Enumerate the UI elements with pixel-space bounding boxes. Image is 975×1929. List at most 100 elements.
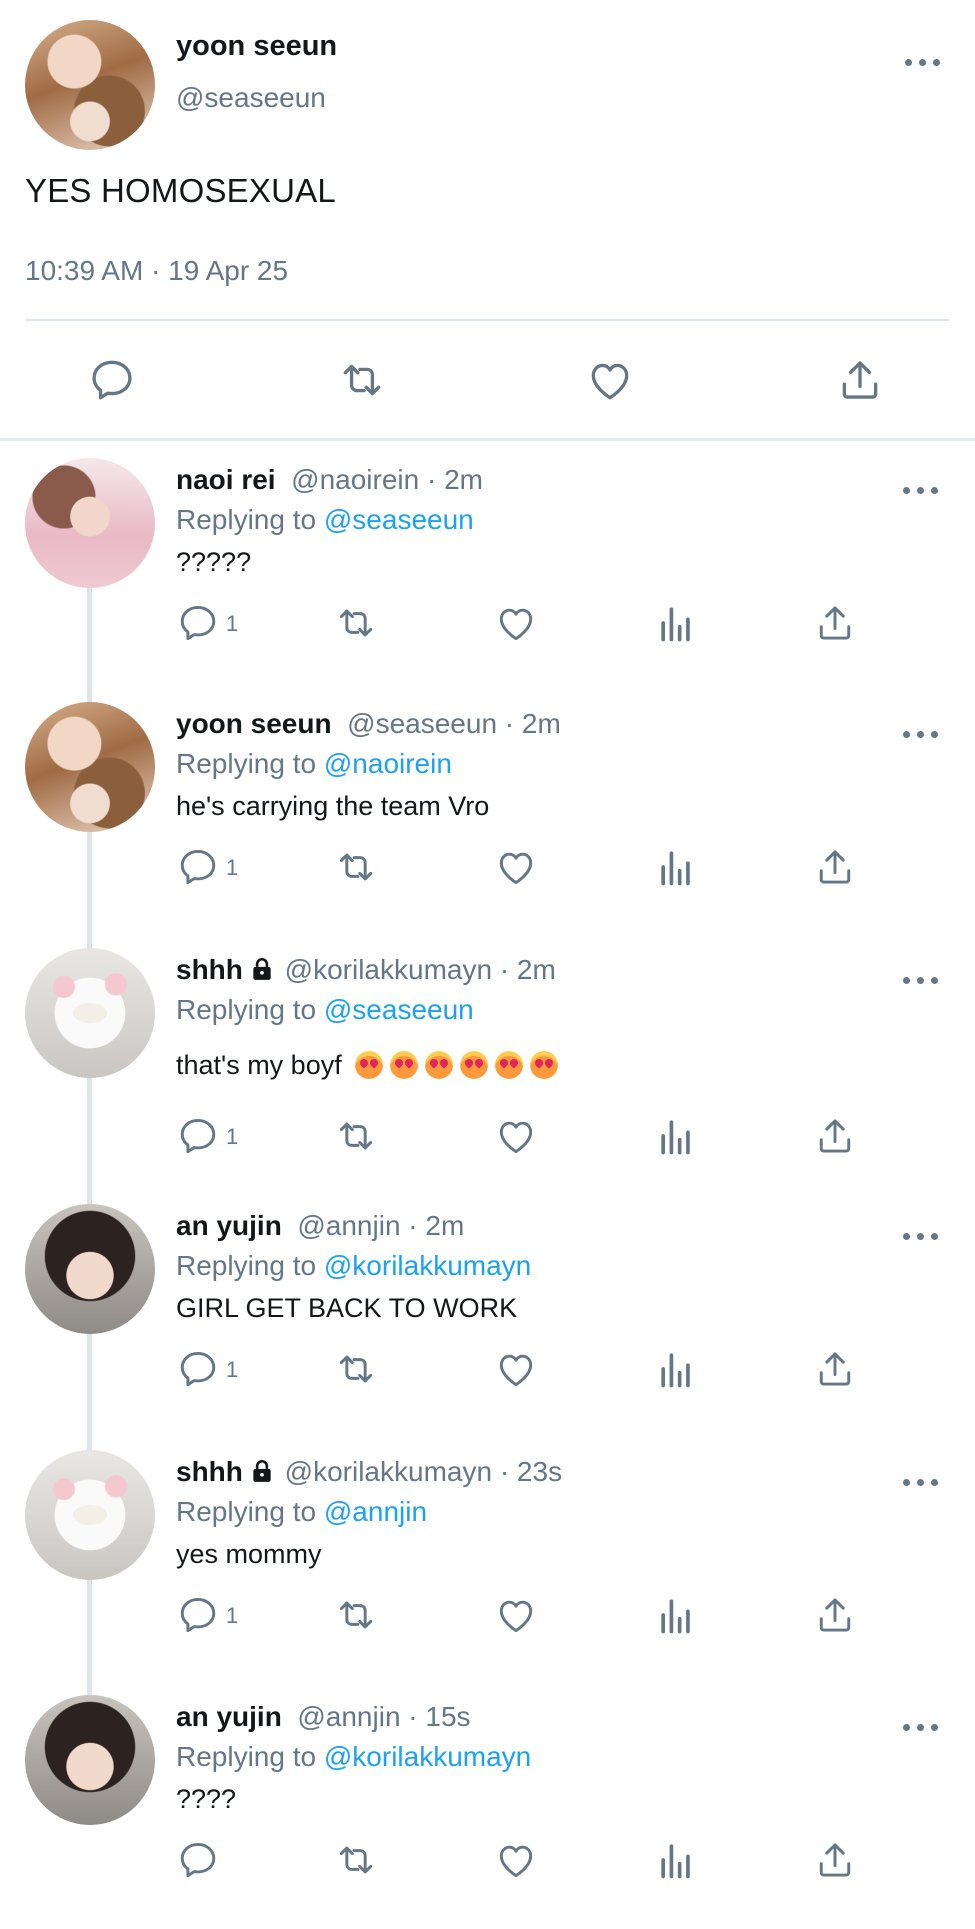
analytics-icon[interactable] [654, 845, 698, 889]
reply-icon[interactable] [176, 1593, 220, 1637]
more-options-icon[interactable] [903, 1230, 939, 1242]
replying-label: Replying to [176, 1250, 317, 1281]
lock-icon [253, 1460, 271, 1482]
reply-tweet[interactable]: shhh @korilakkumayn · 2m Replying to @se… [0, 936, 975, 1192]
share-icon[interactable] [813, 1114, 857, 1158]
mention-link[interactable]: @korilakkumayn [324, 1741, 531, 1772]
avatar[interactable] [25, 948, 155, 1078]
analytics-icon[interactable] [654, 1593, 698, 1637]
retweet-icon[interactable] [334, 1838, 378, 1882]
author-name[interactable]: naoi rei [176, 464, 276, 495]
like-icon[interactable] [494, 1593, 538, 1637]
reply-tweet[interactable]: yoon seeun @seaseeun · 2m Replying to @n… [0, 690, 975, 936]
author-name[interactable]: an yujin [176, 1701, 282, 1732]
retweet-icon[interactable] [334, 1347, 378, 1391]
reply-icon[interactable] [176, 1838, 220, 1882]
mention-link[interactable]: @seaseeun [324, 994, 474, 1025]
replying-to: Replying to @naoirein [176, 748, 452, 780]
smiling-hearts-emoji [495, 1051, 524, 1079]
more-options-icon[interactable] [905, 56, 941, 68]
share-icon[interactable] [813, 845, 857, 889]
replying-label: Replying to [176, 504, 317, 535]
replying-to: Replying to @korilakkumayn [176, 1250, 531, 1282]
more-options-icon[interactable] [903, 1476, 939, 1488]
mention-link[interactable]: @korilakkumayn [324, 1250, 531, 1281]
retweet-icon[interactable] [334, 845, 378, 889]
avatar[interactable] [25, 1695, 155, 1825]
author-handle-time: @korilakkumayn · 23s [284, 1456, 563, 1487]
retweet-icon[interactable] [334, 1593, 378, 1637]
mention-link[interactable]: @annjin [324, 1496, 427, 1527]
author-handle-time: @korilakkumayn · 2m [284, 954, 556, 985]
author-name[interactable]: yoon seeun [176, 30, 337, 63]
like-icon[interactable] [494, 1114, 538, 1158]
author-handle-time: @annjin · 2m [297, 1210, 465, 1241]
reply-icon[interactable] [176, 1114, 220, 1158]
share-icon[interactable] [813, 1347, 857, 1391]
heart-eyes-emoji [390, 1051, 419, 1079]
reply-count: 1 [226, 611, 239, 636]
author-name[interactable]: yoon seeun [176, 708, 332, 739]
replying-label: Replying to [176, 1741, 317, 1772]
author-name[interactable]: shhh [176, 954, 243, 985]
reply-tweet[interactable]: naoi rei @naoirein · 2m Replying to @sea… [0, 446, 975, 692]
avatar[interactable] [25, 1204, 155, 1334]
share-icon[interactable] [835, 355, 885, 405]
reply-icon[interactable] [176, 1347, 220, 1391]
more-options-icon[interactable] [903, 484, 939, 496]
kissing-heart-emoji [425, 1051, 454, 1079]
analytics-icon[interactable] [654, 1347, 698, 1391]
mention-link[interactable]: @naoirein [324, 748, 452, 779]
emoji-row [355, 1050, 565, 1081]
reply-count: 1 [226, 855, 239, 880]
analytics-icon[interactable] [654, 1838, 698, 1882]
retweet-icon[interactable] [334, 601, 378, 645]
like-icon[interactable] [585, 355, 635, 405]
tweet-timestamp: 10:39 AM · 19 Apr 25 [25, 255, 289, 286]
heart-eyes-emoji [355, 1051, 384, 1079]
more-options-icon[interactable] [903, 1721, 939, 1733]
smiling-hearts-emoji [530, 1051, 559, 1079]
reply-tweet[interactable]: shhh @korilakkumayn · 23s Replying to @a… [0, 1438, 975, 1684]
analytics-icon[interactable] [654, 601, 698, 645]
reply-text: ????? [176, 547, 252, 577]
reply-text: that's my boyf [176, 1050, 342, 1080]
avatar[interactable] [25, 1450, 155, 1580]
reply-icon[interactable] [176, 845, 220, 889]
replying-to: Replying to @korilakkumayn [176, 1741, 531, 1773]
like-icon[interactable] [494, 1347, 538, 1391]
reply-count: 1 [226, 1124, 239, 1149]
share-icon[interactable] [813, 601, 857, 645]
reply-text: ???? [176, 1784, 237, 1814]
kissing-heart-emoji [460, 1051, 489, 1079]
reply-tweet[interactable]: an yujin @annjin · 2m Replying to @koril… [0, 1192, 975, 1438]
replying-to: Replying to @seaseeun [176, 994, 474, 1026]
more-options-icon[interactable] [903, 974, 939, 986]
author-name[interactable]: shhh [176, 1456, 243, 1487]
lock-icon [253, 958, 271, 980]
replying-label: Replying to [176, 1496, 317, 1527]
retweet-icon[interactable] [334, 1114, 378, 1158]
avatar[interactable] [25, 458, 155, 588]
analytics-icon[interactable] [654, 1114, 698, 1158]
avatar[interactable] [25, 702, 155, 832]
share-icon[interactable] [813, 1593, 857, 1637]
mention-link[interactable]: @seaseeun [324, 504, 474, 535]
retweet-icon[interactable] [337, 355, 387, 405]
reply-tweet[interactable]: an yujin @annjin · 15s Replying to @kori… [0, 1683, 975, 1929]
divider [25, 319, 950, 321]
reply-icon[interactable] [176, 601, 220, 645]
replying-to: Replying to @annjin [176, 1496, 427, 1528]
like-icon[interactable] [494, 845, 538, 889]
reply-icon[interactable] [87, 355, 137, 405]
share-icon[interactable] [813, 1838, 857, 1882]
tweet-text: YES HOMOSEXUAL [25, 172, 336, 209]
author-handle-time: @annjin · 15s [297, 1701, 471, 1732]
like-icon[interactable] [494, 1838, 538, 1882]
author-name[interactable]: an yujin [176, 1210, 282, 1241]
reply-count: 1 [226, 1357, 239, 1382]
like-icon[interactable] [494, 601, 538, 645]
more-options-icon[interactable] [903, 728, 939, 740]
author-handle[interactable]: @seaseeun [176, 82, 326, 114]
avatar[interactable] [25, 20, 155, 150]
